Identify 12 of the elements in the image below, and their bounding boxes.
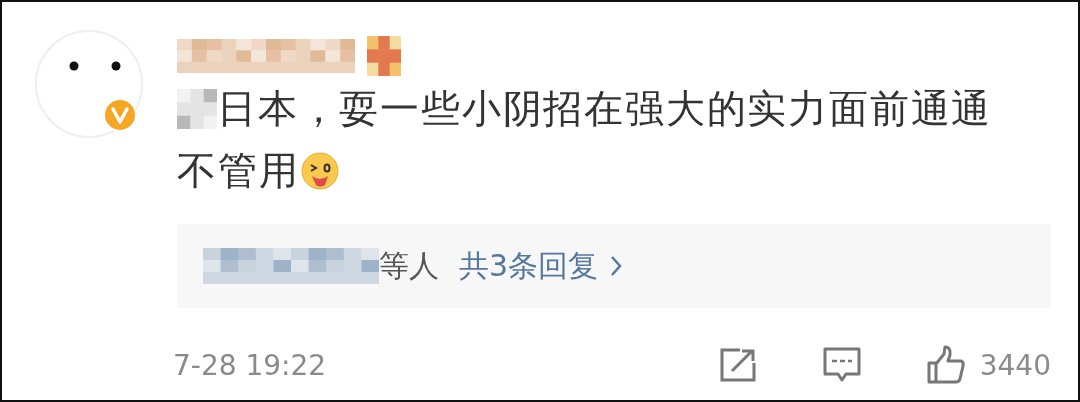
comment-icon[interactable] bbox=[821, 346, 862, 384]
comment-text: 日本，耍一些小阴招在强大的实力面前通通 bbox=[217, 85, 993, 133]
timestamp: 7-28 19:22 bbox=[173, 348, 328, 382]
chevron-icon bbox=[610, 255, 623, 277]
thumbs-up-icon[interactable] bbox=[925, 345, 966, 385]
winking-emoji-icon bbox=[301, 152, 340, 190]
comment-text: 不管用 bbox=[177, 147, 300, 195]
like-count: 3440 bbox=[979, 348, 1051, 382]
replies-text: 等人 bbox=[379, 246, 439, 285]
blurred-badge-drawing bbox=[367, 36, 401, 76]
blurred-icon-drawing bbox=[177, 89, 217, 129]
view-replies-link[interactable]: 共3条回复 bbox=[459, 245, 623, 287]
